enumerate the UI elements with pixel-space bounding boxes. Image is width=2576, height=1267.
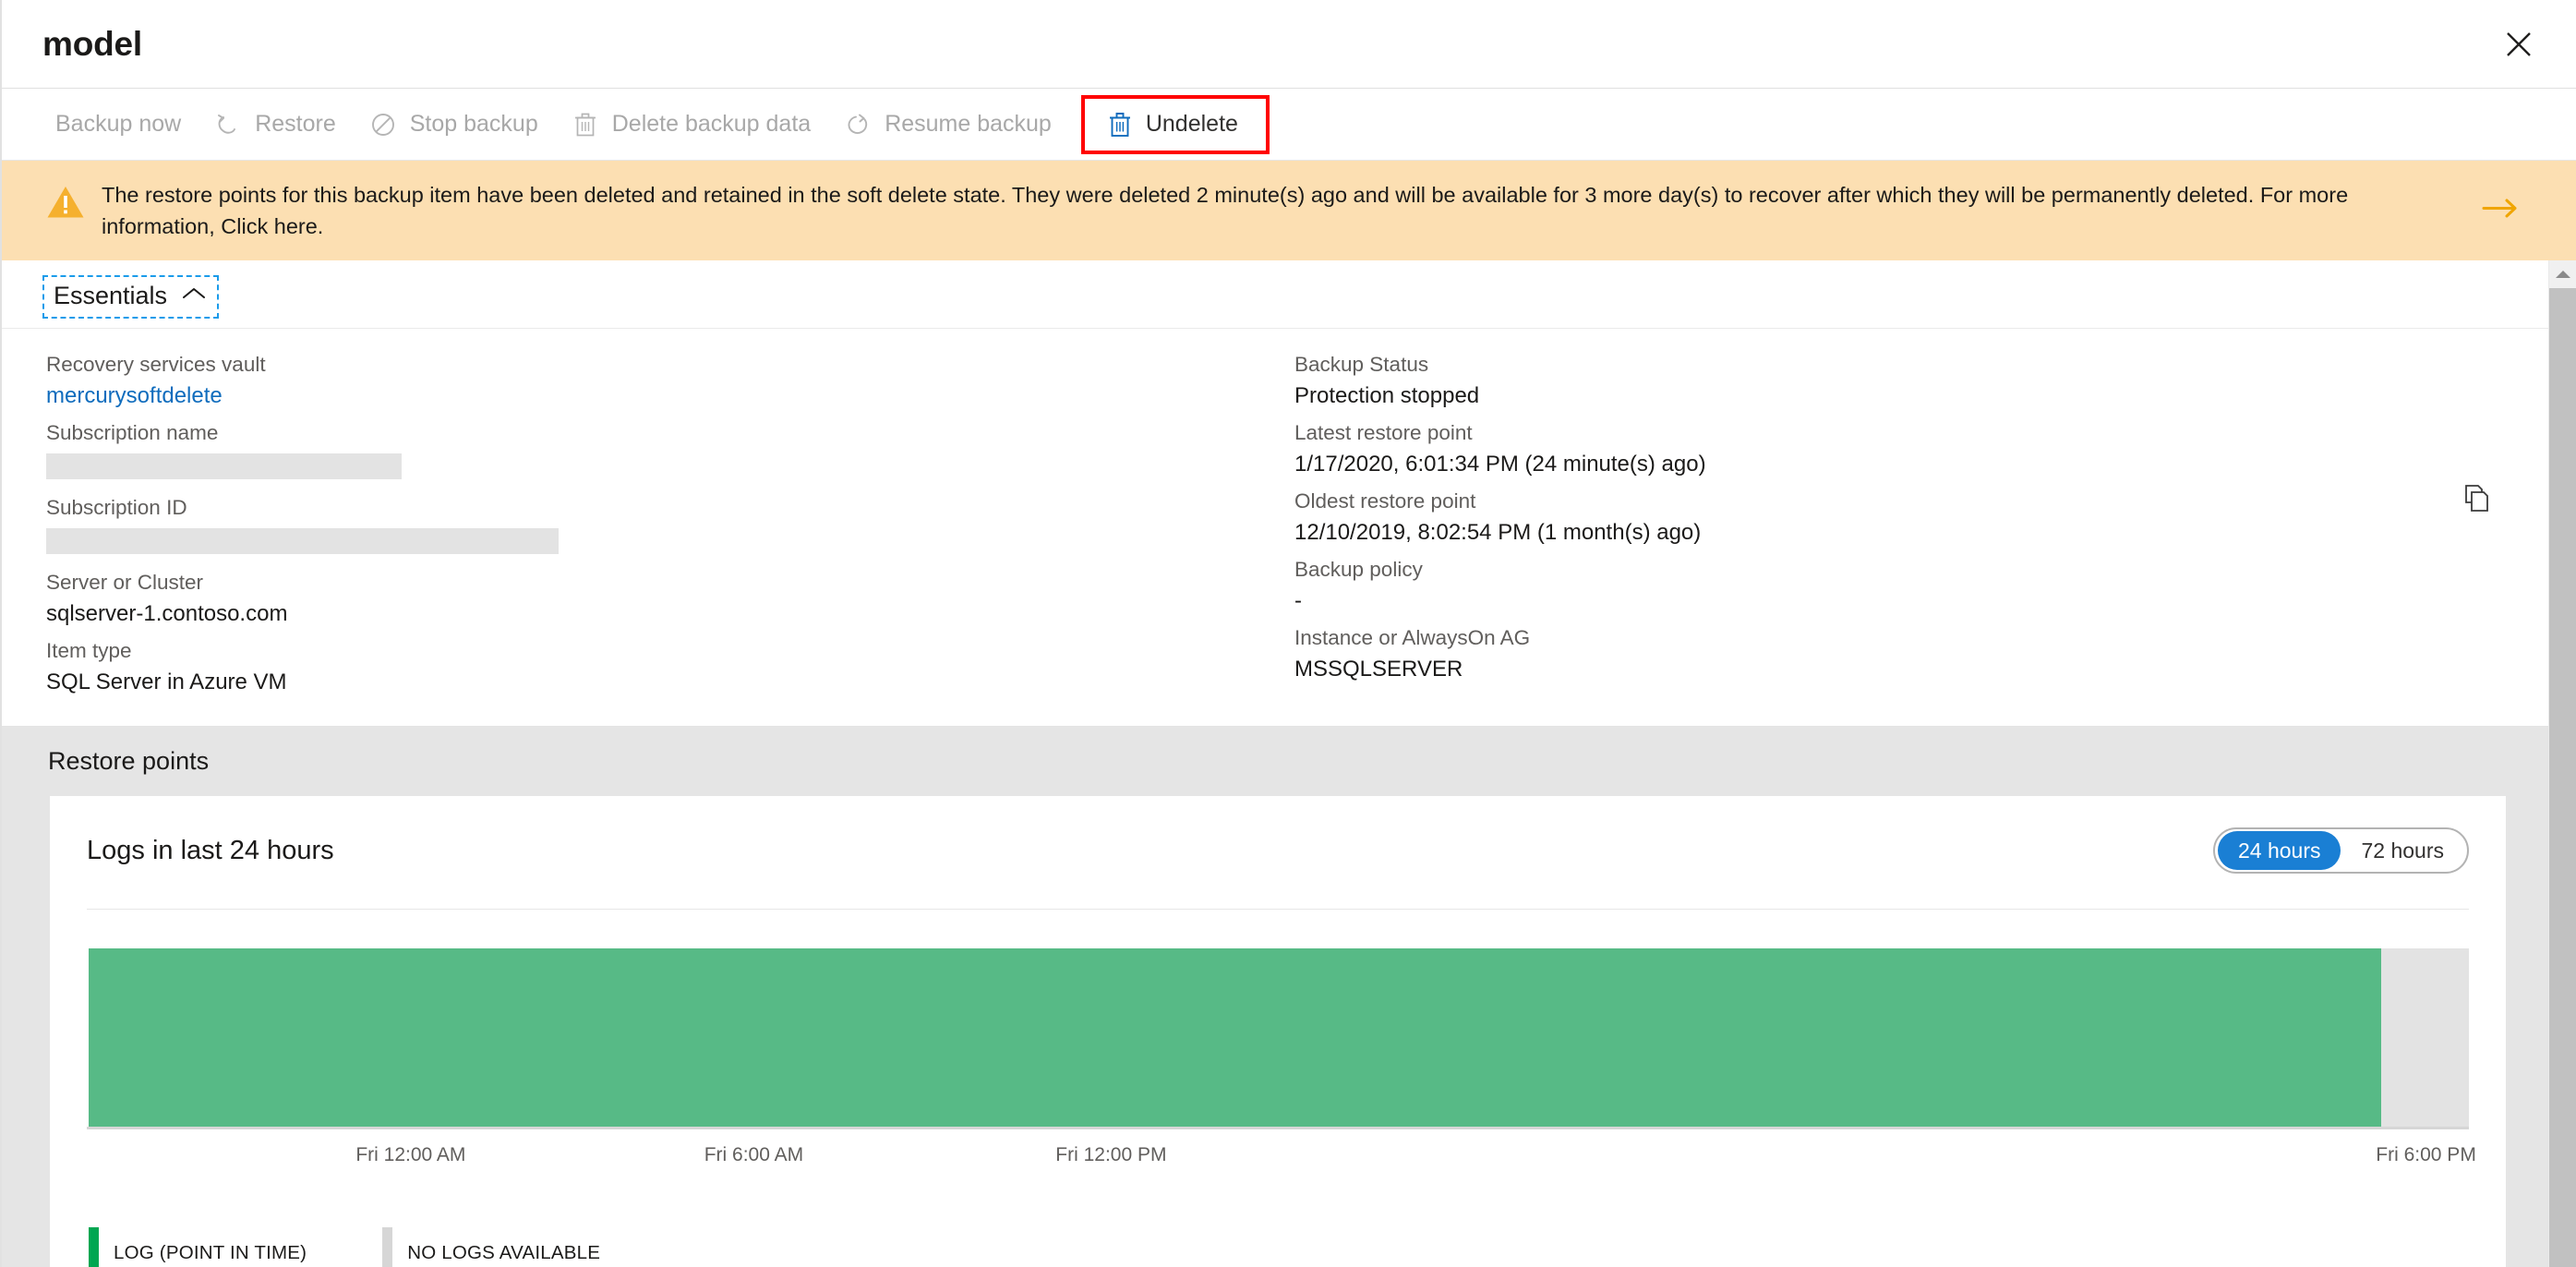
chart-title: Logs in last 24 hours [87, 835, 334, 865]
restore-button[interactable]: Restore [198, 89, 353, 161]
toolbar-item-label: Restore [255, 111, 336, 137]
warning-triangle-icon [46, 179, 87, 224]
arrow-right-icon[interactable] [2482, 197, 2521, 225]
undelete-button[interactable]: Undelete [1080, 94, 1270, 154]
undelete-button-label: Undelete [1145, 111, 1238, 137]
stop-backup-button[interactable]: Stop backup [353, 89, 555, 161]
triangle-up-icon [2555, 271, 2570, 278]
chart-bars [87, 948, 2469, 1129]
property-latest-restore-point: Latest restore point 1/17/2020, 6:01:34 … [1294, 417, 2548, 481]
vertical-scrollbar[interactable] [2548, 260, 2576, 1267]
backup-now-button[interactable]: Backup now [55, 89, 198, 161]
x-axis-tick: Fri 6:00 PM [2376, 1144, 2476, 1165]
legend-label: NO LOGS AVAILABLE [407, 1242, 601, 1263]
toolbar-item-label: Delete backup data [611, 111, 812, 137]
range-option-24-hours[interactable]: 24 hours [2217, 831, 2341, 870]
essentials-header: Essentials [2, 260, 2548, 329]
copy-icon[interactable] [2463, 484, 2491, 518]
legend-swatch-green [89, 1227, 99, 1267]
chart-divider [87, 909, 2469, 910]
content-body: Essentials Recovery services vault mercu… [2, 260, 2548, 1267]
banner-message: The restore points for this backup item … [102, 183, 2349, 238]
logs-chart-card: Logs in last 24 hours 24 hours 72 hours [50, 796, 2506, 1267]
legend-label: LOG (POINT IN TIME) [114, 1242, 307, 1263]
toolbar-item-label: Resume backup [885, 111, 1052, 137]
essentials-label: Essentials [54, 282, 168, 309]
resume-backup-button[interactable]: Resume backup [827, 89, 1068, 161]
page-title: model [42, 24, 142, 63]
command-bar: Backup now Restore Stop backup Delete ba… [2, 89, 2576, 161]
trash-blue-icon [1107, 109, 1133, 140]
toolbar-item-label: Stop backup [409, 111, 538, 137]
legend-item-log-point-in-time: LOG (POINT IN TIME) [89, 1227, 307, 1267]
no-entry-icon [369, 111, 397, 139]
chevron-up-icon [182, 286, 206, 306]
chart-legend: LOG (POINT IN TIME) NO LOGS AVAILABLE [87, 1227, 2469, 1267]
essentials-right-column: Backup Status Protection stopped Latest … [2, 349, 2548, 704]
x-axis-tick: Fri 6:00 AM [704, 1144, 804, 1165]
undo-arrow-icon [214, 111, 242, 139]
property-value: 12/10/2019, 8:02:54 PM (1 month(s) ago) [1294, 520, 1702, 545]
legend-item-no-logs-available: NO LOGS AVAILABLE [382, 1227, 600, 1267]
status-badge: Protection stopped [1294, 383, 1480, 408]
bar-log-point-in-time[interactable] [89, 948, 2381, 1127]
range-option-72-hours[interactable]: 72 hours [2341, 831, 2464, 870]
property-label: Instance or AlwaysOn AG [1294, 626, 1531, 649]
chart-x-axis: Fri 12:00 AM Fri 6:00 AM Fri 12:00 PM Fr… [87, 1139, 2475, 1181]
time-range-toggle: 24 hours 72 hours [2212, 827, 2469, 874]
soft-delete-warning-banner: The restore points for this backup item … [2, 161, 2576, 260]
bar-no-logs-available[interactable] [2380, 948, 2469, 1127]
trash-icon [572, 111, 599, 139]
property-instance-or-ag: Instance or AlwaysOn AG MSSQLSERVER [1294, 622, 2548, 686]
property-value: - [1294, 588, 1302, 613]
essentials-properties: Recovery services vault mercurysoftdelet… [2, 329, 2548, 727]
property-label: Backup Status [1294, 353, 1429, 376]
property-value: 1/17/2020, 6:01:34 PM (24 minute(s) ago) [1294, 452, 1706, 477]
scrollbar-thumb[interactable] [2549, 288, 2576, 1267]
delete-backup-data-button[interactable]: Delete backup data [555, 89, 827, 161]
blade-container: model Backup now Restore Stop backup Del… [0, 0, 2576, 1267]
content-scroll-region: Essentials Recovery services vault mercu… [2, 260, 2576, 1267]
chart-header: Logs in last 24 hours 24 hours 72 hours [87, 827, 2469, 874]
property-label: Latest restore point [1294, 421, 1473, 444]
property-backup-status: Backup Status Protection stopped [1294, 349, 2548, 413]
property-label: Backup policy [1294, 558, 1423, 581]
x-axis-tick: Fri 12:00 AM [355, 1144, 466, 1165]
restore-points-title: Restore points [48, 747, 210, 775]
property-label: Oldest restore point [1294, 489, 1476, 513]
legend-swatch-gray [382, 1227, 393, 1267]
refresh-circle-icon [844, 111, 872, 139]
property-backup-policy: Backup policy - [1294, 554, 2548, 618]
restore-points-section: Restore points Logs in last 24 hours 24 … [2, 727, 2548, 1267]
x-axis-tick: Fri 12:00 PM [1055, 1144, 1167, 1165]
scroll-up-button[interactable] [2549, 260, 2576, 288]
close-icon[interactable] [2497, 22, 2541, 66]
property-value: MSSQLSERVER [1294, 657, 1463, 682]
toolbar-item-label: Backup now [55, 111, 182, 137]
blade-titlebar: model [2, 0, 2576, 89]
property-oldest-restore-point: Oldest restore point 12/10/2019, 8:02:54… [1294, 486, 2548, 549]
logs-timeline-chart: Fri 12:00 AM Fri 6:00 AM Fri 12:00 PM Fr… [87, 909, 2476, 1267]
essentials-collapse-toggle[interactable]: Essentials [42, 275, 220, 319]
